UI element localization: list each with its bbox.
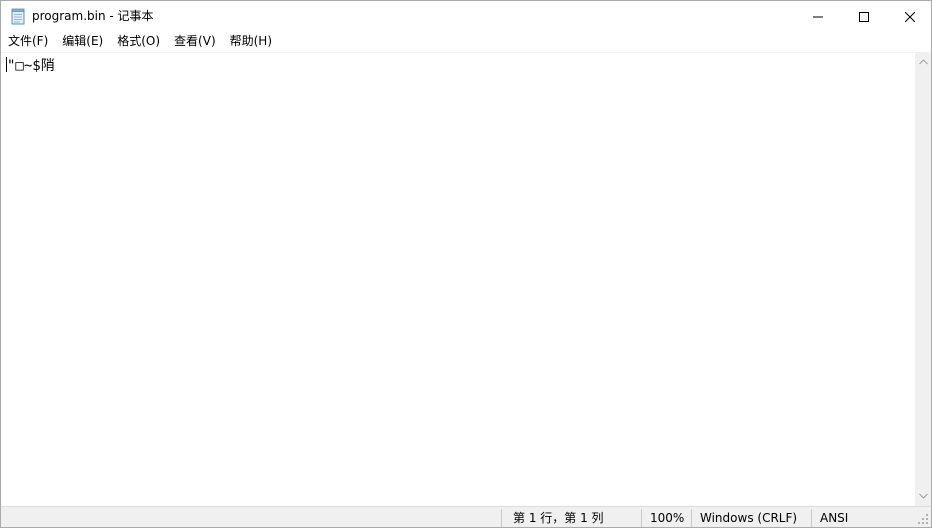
scroll-down-button[interactable] [915, 488, 931, 504]
minimize-button[interactable] [795, 1, 841, 32]
close-button[interactable] [887, 1, 931, 32]
chevron-down-icon [918, 493, 928, 499]
resize-grip-icon[interactable] [917, 513, 929, 525]
status-divider [691, 509, 692, 527]
notepad-window: program.bin - 记事本 文件(F) 编辑(E) 格式(O) 查看(V… [0, 0, 932, 528]
menu-file[interactable]: 文件(F) [1, 32, 55, 51]
close-icon [905, 11, 915, 22]
vertical-scrollbar[interactable] [915, 52, 931, 506]
menu-view[interactable]: 查看(V) [167, 32, 223, 51]
scroll-up-button[interactable] [915, 54, 931, 70]
maximize-button[interactable] [841, 1, 887, 32]
editor-content: "□~$陗 [6, 57, 55, 75]
text-editor[interactable]: "□~$陗 [1, 52, 915, 507]
status-encoding: ANSI [820, 511, 849, 525]
menu-bar: 文件(F) 编辑(E) 格式(O) 查看(V) 帮助(H) [1, 32, 931, 51]
status-zoom: 100% [650, 511, 685, 525]
menu-edit[interactable]: 编辑(E) [55, 32, 110, 51]
status-line-ending: Windows (CRLF) [700, 511, 798, 525]
status-cursor-position: 第 1 行，第 1 列 [513, 511, 604, 525]
editor-text: "□~$陗 [7, 58, 55, 74]
title-bar[interactable]: program.bin - 记事本 [1, 1, 931, 32]
maximize-icon [859, 11, 869, 22]
status-divider [811, 509, 812, 527]
menu-format[interactable]: 格式(O) [110, 32, 167, 51]
status-divider [501, 509, 502, 527]
chevron-up-icon [918, 59, 928, 65]
notepad-icon [11, 8, 25, 25]
minimize-icon [813, 16, 823, 17]
status-divider [641, 509, 642, 527]
window-title: program.bin - 记事本 [32, 9, 154, 23]
status-bar: 第 1 行，第 1 列 100% Windows (CRLF) ANSI [1, 506, 931, 527]
menu-help[interactable]: 帮助(H) [223, 32, 279, 51]
